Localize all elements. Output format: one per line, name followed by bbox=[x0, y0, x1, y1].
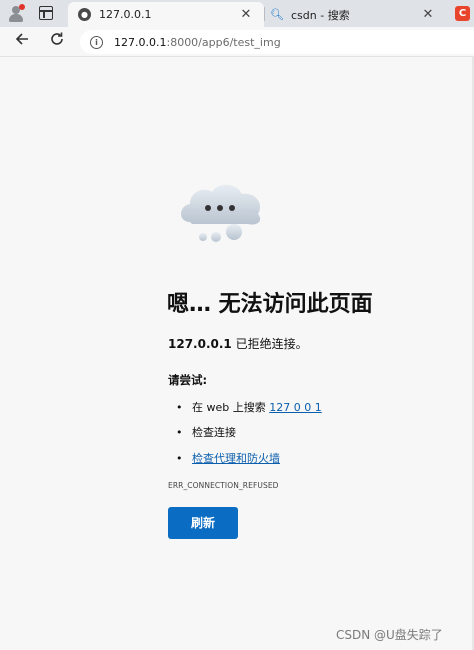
tab-strip: ● 127.0.0.1 ✕ 🔍︎ csdn - 搜索 ✕ C bbox=[0, 0, 474, 27]
suggestion-search-text: 在 web 上搜索 bbox=[192, 401, 270, 414]
refresh-button[interactable]: 刷新 bbox=[168, 507, 238, 539]
error-code: ERR_CONNECTION_REFUSED bbox=[168, 481, 279, 490]
try-label: 请尝试: bbox=[168, 373, 208, 387]
error-description: 127.0.0.1 已拒绝连接。 bbox=[168, 335, 308, 352]
site-info-icon[interactable]: i bbox=[90, 35, 103, 49]
site-error-icon: ● bbox=[78, 8, 91, 21]
search-icon: 🔍︎ bbox=[270, 8, 284, 21]
cloud-error-icon bbox=[176, 180, 266, 244]
url-path: :8000/app6/test_img bbox=[166, 35, 281, 49]
suggestion-proxy-firewall: • 检查代理和防火墙 bbox=[176, 452, 280, 465]
tab-csdn-search[interactable]: 🔍︎ csdn - 搜索 ✕ bbox=[266, 2, 446, 27]
suggestion-search: • 在 web 上搜索 127 0 0 1 bbox=[176, 401, 322, 414]
notification-dot bbox=[19, 4, 25, 10]
address-bar[interactable]: i 127.0.0.1:8000/app6/test_img bbox=[80, 30, 474, 54]
tab-close-button[interactable]: ✕ bbox=[238, 7, 254, 22]
profile-avatar-icon[interactable] bbox=[6, 4, 26, 24]
tab-title: 127.0.0.1 bbox=[99, 8, 152, 21]
search-web-link[interactable]: 127 0 0 1 bbox=[269, 401, 321, 414]
error-description-text: 已拒绝连接。 bbox=[231, 337, 308, 351]
back-arrow-icon[interactable] bbox=[10, 30, 34, 54]
reload-icon[interactable] bbox=[45, 30, 69, 54]
suggestion-check-connection: • 检查连接 bbox=[176, 426, 236, 439]
error-host: 127.0.0.1 bbox=[168, 337, 232, 351]
check-connection-text: 检查连接 bbox=[192, 426, 236, 439]
tab-active[interactable]: ● 127.0.0.1 ✕ bbox=[68, 2, 264, 27]
watermark: CSDN @U盘失踪了 bbox=[336, 628, 443, 642]
tab-separator bbox=[264, 7, 265, 21]
toolbar: i 127.0.0.1:8000/app6/test_img bbox=[0, 27, 474, 57]
tab-actions-icon[interactable] bbox=[39, 6, 53, 20]
tab-title: csdn - 搜索 bbox=[291, 8, 350, 22]
tab-close-button[interactable]: ✕ bbox=[420, 7, 436, 22]
proxy-firewall-link[interactable]: 检查代理和防火墙 bbox=[192, 452, 280, 465]
error-heading: 嗯… 无法访问此页面 bbox=[167, 292, 373, 317]
url-host: 127.0.0.1 bbox=[114, 35, 167, 49]
extension-icon[interactable]: C bbox=[455, 6, 470, 21]
